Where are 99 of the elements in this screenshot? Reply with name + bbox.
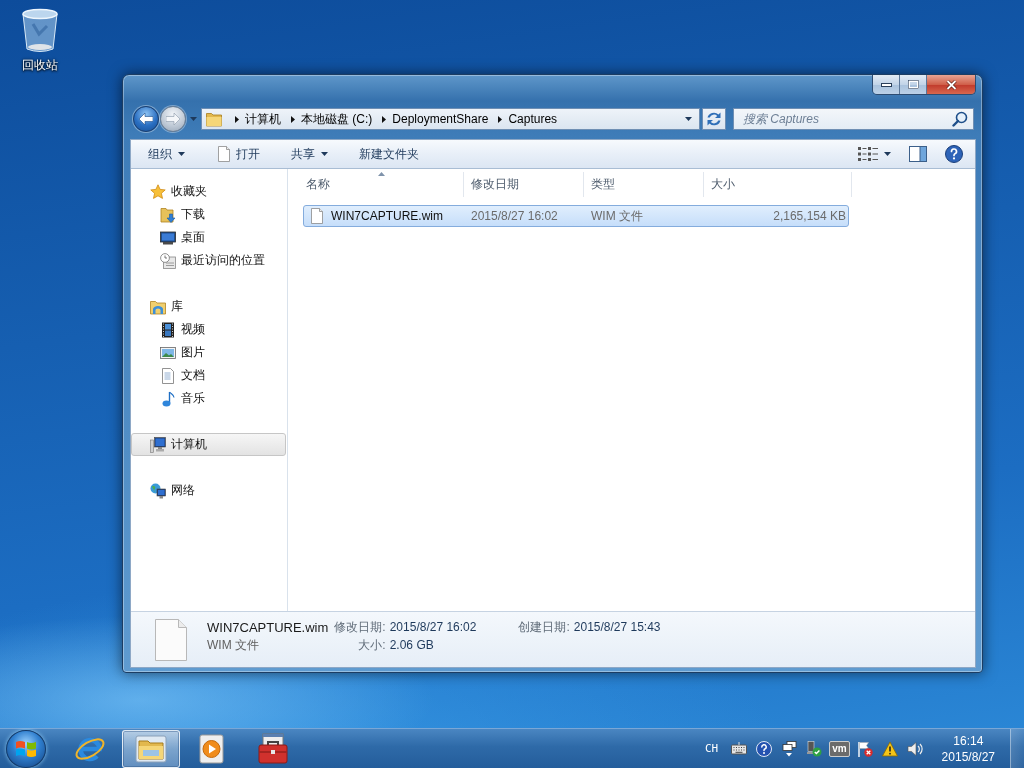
- film-icon: [160, 321, 176, 338]
- folder-icon: [135, 732, 167, 765]
- document-icon: [216, 146, 232, 162]
- vm-tray-button[interactable]: vm: [829, 740, 850, 757]
- chevron-icon: [235, 115, 239, 123]
- navigation-item[interactable]: 库: [131, 295, 286, 318]
- windows-stack-icon: [781, 740, 798, 757]
- navigation-item[interactable]: 收藏夹: [131, 180, 286, 203]
- recycle-bin-label[interactable]: 回收站: [22, 57, 58, 74]
- minimize-button[interactable]: [873, 75, 900, 94]
- details-file-type: WIM 文件: [207, 636, 260, 654]
- details-file-name: WIN7CAPTURE.wim: [207, 619, 329, 635]
- caret-icon: [884, 152, 891, 156]
- windows-logo-icon: [15, 738, 37, 759]
- property-label: 大小:: [358, 636, 386, 654]
- menu-button[interactable]: 共享: [283, 142, 336, 166]
- help-icon: [756, 740, 773, 757]
- caret-icon: [189, 117, 197, 121]
- computer-check-icon: [806, 740, 823, 757]
- navigation-item[interactable]: 图片: [131, 341, 286, 364]
- language-indicator[interactable]: CH: [704, 742, 719, 755]
- address-bar[interactable]: 计算机 本地磁盘 (C:) DeploymentShare Captures: [201, 108, 700, 130]
- start-button[interactable]: [6, 729, 46, 768]
- file-type: WIM 文件: [590, 207, 644, 225]
- help-button[interactable]: [754, 738, 775, 759]
- warning-icon: [881, 740, 898, 757]
- column-header[interactable]: 大小: [704, 172, 852, 197]
- property-value: 2015/8/27 15:43: [573, 620, 661, 634]
- menu-button[interactable]: 组织: [140, 142, 193, 166]
- preview-pane-icon: [909, 146, 927, 162]
- navigation-item[interactable]: 最近访问的位置: [131, 249, 286, 272]
- monitor-icon: [160, 229, 176, 246]
- computer-icon: [150, 436, 166, 453]
- recent-places-icon: [160, 252, 176, 269]
- maximize-button[interactable]: [900, 75, 927, 94]
- folder-icon: [206, 111, 222, 127]
- back-arrow-icon: [139, 113, 153, 125]
- modified-date: 2015/8/27 16:02: [470, 209, 559, 223]
- close-icon: [945, 79, 957, 90]
- search-field[interactable]: 搜索 Captures: [733, 108, 974, 130]
- picture-icon: [160, 344, 176, 361]
- forward-arrow-icon: [166, 113, 180, 125]
- file-size: 2,165,154 KB: [772, 209, 847, 223]
- breadcrumb-item[interactable]: Captures: [502, 109, 562, 129]
- file-icon: [309, 208, 325, 224]
- caret-icon: [321, 152, 328, 156]
- chevron-icon: [498, 115, 503, 123]
- keyboard-icon: [731, 740, 748, 757]
- property-value: 2015/8/27 16:02: [389, 620, 477, 634]
- close-button[interactable]: [927, 75, 975, 94]
- navigation-item[interactable]: 音乐: [131, 387, 286, 410]
- refresh-button[interactable]: [702, 108, 726, 130]
- minimize-icon: [880, 82, 892, 87]
- sort-arrow-icon: [378, 172, 385, 176]
- caret-icon: [684, 117, 692, 121]
- help-button[interactable]: [942, 142, 966, 166]
- clock[interactable]: 16:14 2015/8/27: [937, 732, 999, 765]
- toolbar-button[interactable]: 新建文件夹: [351, 142, 427, 166]
- property-label: 创建日期:: [518, 618, 570, 636]
- breadcrumb-item[interactable]: 计算机: [239, 109, 285, 129]
- back-button[interactable]: [133, 106, 159, 132]
- network-icon: [150, 482, 166, 499]
- toolbox-icon: [257, 732, 289, 765]
- flag-error-icon: [856, 740, 873, 757]
- download-folder-icon: [160, 206, 176, 223]
- navigation-item[interactable]: 文档: [131, 364, 286, 387]
- star-icon: [150, 183, 166, 200]
- help-icon: [945, 145, 963, 163]
- file-name: WIN7CAPTURE.wim: [331, 209, 443, 223]
- speaker-icon: [906, 740, 923, 757]
- navigation-item[interactable]: 网络: [131, 479, 286, 502]
- breadcrumb-item[interactable]: DeploymentShare: [386, 109, 493, 129]
- caret-icon: [178, 152, 185, 156]
- open-button[interactable]: 打开: [208, 142, 268, 166]
- navigation-item[interactable]: 视频: [131, 318, 286, 341]
- column-header[interactable]: 类型: [584, 172, 704, 197]
- file-row[interactable]: WIN7CAPTURE.wim 2015/8/27 16:02 WIM 文件 2,165,154 KB: [303, 205, 849, 227]
- show-desktop-button[interactable]: [1010, 729, 1024, 768]
- property-value: 2.06 GB: [389, 638, 435, 652]
- music-note-icon: [160, 390, 176, 407]
- show-hidden-icons-button[interactable]: [779, 738, 800, 759]
- property-label: 修改日期:: [334, 618, 386, 636]
- document-icon: [160, 367, 176, 384]
- navigation-item[interactable]: 下载: [131, 203, 286, 226]
- recycle-bin-icon[interactable]: [21, 8, 59, 54]
- column-header[interactable]: 修改日期: [464, 172, 584, 197]
- search-icon: [952, 111, 968, 127]
- maximize-icon: [907, 80, 919, 89]
- breadcrumb-item[interactable]: 本地磁盘 (C:): [295, 109, 377, 129]
- column-header[interactable]: 名称: [299, 172, 464, 197]
- navigation-item[interactable]: 桌面: [131, 226, 286, 249]
- taskbar-app-button[interactable]: [122, 729, 180, 768]
- navigation-item[interactable]: 计算机: [131, 433, 286, 456]
- chevron-icon: [382, 115, 387, 123]
- library-folder-icon: [150, 298, 166, 315]
- details-view-icon: [858, 147, 878, 161]
- refresh-icon: [706, 111, 722, 127]
- chevron-icon: [291, 115, 295, 123]
- file-icon: [155, 619, 187, 661]
